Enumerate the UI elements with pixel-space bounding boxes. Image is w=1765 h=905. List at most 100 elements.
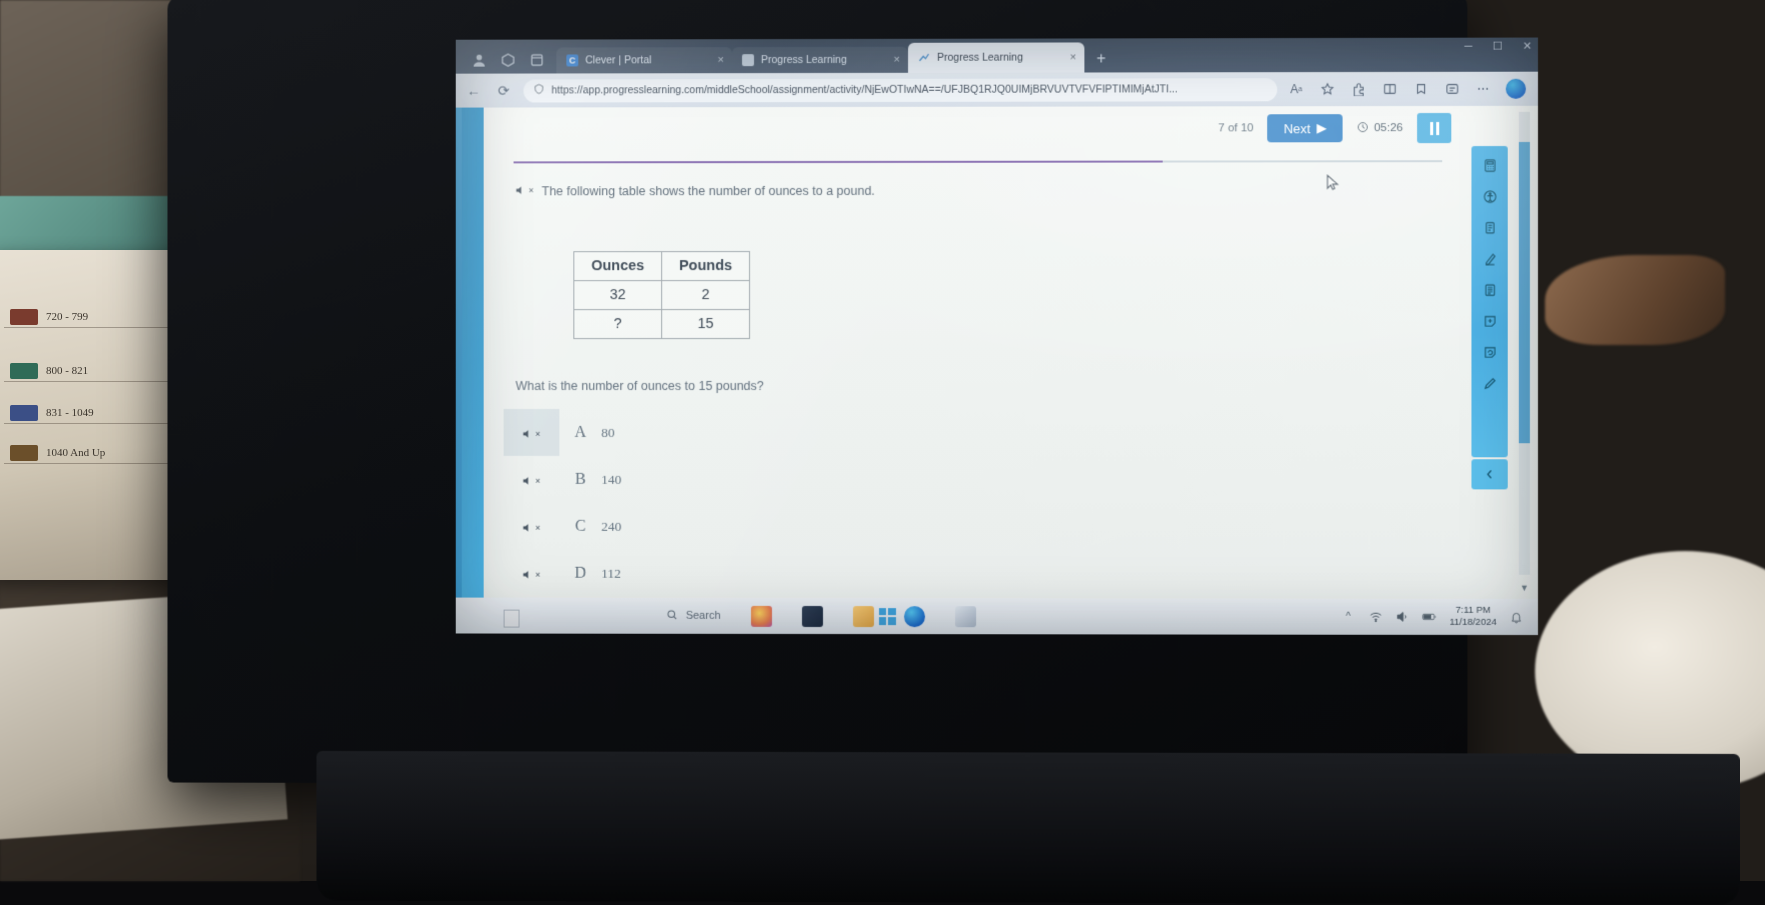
read-aloud-icon[interactable]: Aa (1287, 80, 1305, 98)
split-screen-icon[interactable] (1381, 80, 1399, 98)
calculator-icon[interactable] (1471, 150, 1507, 181)
page-icon (742, 54, 754, 66)
start-button[interactable] (879, 608, 896, 625)
answer-letter: D (559, 564, 601, 582)
minimize-button[interactable]: ─ (1465, 42, 1473, 53)
score-card-label: 720 - 799 (46, 311, 88, 323)
battery-icon[interactable] (1422, 609, 1437, 624)
folder-icon[interactable] (853, 606, 874, 627)
tab-close-icon[interactable]: × (894, 54, 900, 66)
score-card-row: 831 - 1049 (4, 402, 194, 424)
extensions-icon[interactable] (1350, 80, 1368, 98)
scroll-down-arrow[interactable]: ▼ (1520, 583, 1529, 593)
next-button[interactable]: Next ▶ (1268, 114, 1343, 142)
browser-tab-progress-learning-1[interactable]: Progress Learning × (732, 47, 908, 73)
table-row: 32 2 (574, 281, 750, 310)
color-swatch (10, 363, 38, 379)
answer-option-c[interactable]: × C 240 (504, 503, 1307, 551)
profile-icon[interactable] (472, 53, 487, 68)
color-swatch (10, 445, 38, 461)
progress-learning-icon (918, 52, 930, 64)
close-window-button[interactable]: ✕ (1523, 42, 1532, 53)
back-button[interactable]: ← (464, 81, 484, 101)
tab-close-icon[interactable]: × (1070, 51, 1076, 63)
collections-icon[interactable] (1412, 80, 1430, 98)
laptop-base (316, 751, 1739, 905)
scroll-up-arrow[interactable]: ▲ (1521, 106, 1530, 108)
copilot-icon[interactable] (1506, 79, 1526, 99)
settings-more-icon[interactable]: ⋯ (1474, 80, 1492, 98)
speaker-muted-icon[interactable]: × (516, 184, 534, 197)
wifi-icon[interactable] (1368, 609, 1383, 624)
desktop-peek-icon[interactable] (504, 610, 520, 628)
activity-header: 7 of 10 Next ▶ 05:26 (484, 106, 1458, 152)
collapse-tools-button[interactable] (1471, 459, 1507, 489)
sticky-note-add-icon[interactable] (1471, 306, 1507, 337)
photos-app-icon[interactable] (751, 605, 772, 626)
tool-sidebar (1471, 146, 1507, 457)
browser-essentials-icon[interactable] (1443, 80, 1461, 98)
answer-letter: B (559, 470, 601, 488)
calculator-icon[interactable] (955, 606, 976, 627)
workspaces-icon[interactable] (501, 53, 516, 68)
next-label: Next (1284, 121, 1311, 136)
browser-tab-progress-learning-2[interactable]: Progress Learning × (908, 42, 1084, 72)
clock-time: 7:11 PM (1449, 605, 1496, 617)
score-card-row: 1040 And Up (4, 442, 194, 464)
ounces-pounds-table: Ounces Pounds 32 2 ? 15 (573, 251, 750, 339)
table-row: ? 15 (574, 310, 750, 339)
highlighter-icon[interactable] (1471, 243, 1507, 274)
pencil-icon[interactable] (1471, 368, 1507, 399)
url-text: https://app.progresslearning.com/middleS… (551, 83, 1177, 96)
color-swatch (10, 309, 38, 325)
file-explorer-dark-icon[interactable] (802, 605, 823, 626)
chevron-up-icon[interactable]: ^ (1341, 609, 1356, 624)
answer-value: 112 (601, 565, 621, 581)
speaker-muted-icon[interactable]: × (504, 409, 560, 456)
clock-icon (1357, 121, 1369, 136)
pause-button[interactable] (1417, 113, 1451, 143)
volume-icon[interactable] (1395, 609, 1410, 624)
progress-bar-track (514, 160, 1443, 163)
left-rail-inner (462, 108, 484, 598)
taskbar-search[interactable]: Search (666, 608, 721, 623)
accessibility-icon[interactable] (1471, 181, 1507, 212)
address-bar[interactable]: https://app.progresslearning.com/middleS… (524, 78, 1278, 102)
taskbar-clock[interactable]: 7:11 PM 11/18/2024 (1449, 605, 1496, 629)
column-header-pounds: Pounds (662, 252, 750, 281)
refresh-button[interactable]: ⟳ (494, 81, 514, 101)
edge-icon[interactable] (904, 606, 925, 627)
tab-actions-icon[interactable] (529, 53, 544, 68)
notepad-icon[interactable] (1471, 212, 1507, 243)
answer-letter: C (559, 517, 601, 535)
favorite-star-icon[interactable] (1318, 80, 1336, 98)
activity-page: 7 of 10 Next ▶ 05:26 (456, 106, 1538, 599)
maximize-button[interactable]: ☐ (1493, 42, 1503, 53)
answer-choices: × A 80 × B 140 × (504, 409, 1307, 598)
browser-navbar: ← ⟳ https://app.progresslearning.com/mid… (456, 72, 1538, 108)
answer-option-d[interactable]: × D 112 (504, 550, 1307, 598)
cell-ounces: 32 (574, 281, 662, 310)
sticky-note-refresh-icon[interactable] (1471, 337, 1507, 368)
page-scrollbar[interactable] (1519, 112, 1530, 575)
browser-titlebar: C Clever | Portal × Progress Learning × … (456, 38, 1538, 74)
scrollbar-thumb[interactable] (1519, 142, 1530, 443)
answer-option-a[interactable]: × A 80 (504, 409, 1307, 456)
cell-pounds: 15 (662, 310, 750, 339)
reference-sheet-icon[interactable] (1471, 275, 1507, 306)
bell-icon[interactable] (1509, 609, 1524, 624)
new-tab-button[interactable]: + (1084, 50, 1117, 72)
score-card-label: 800 - 821 (46, 365, 88, 377)
answer-option-b[interactable]: × B 140 (504, 456, 1307, 503)
speaker-muted-icon[interactable]: × (504, 550, 560, 597)
column-header-ounces: Ounces (574, 252, 662, 281)
navbar-right-icons: Aa ⋯ (1287, 79, 1530, 99)
speaker-muted-icon[interactable]: × (504, 503, 560, 550)
speaker-muted-icon[interactable]: × (504, 456, 560, 503)
next-arrow-icon: ▶ (1317, 120, 1327, 136)
tab-title: Progress Learning (937, 52, 1063, 64)
tab-close-icon[interactable]: × (718, 54, 724, 66)
windows-taskbar: Search ^ (456, 598, 1538, 635)
browser-tab-clever[interactable]: C Clever | Portal × (556, 47, 732, 73)
score-card-row: 720 - 799 (4, 306, 194, 328)
